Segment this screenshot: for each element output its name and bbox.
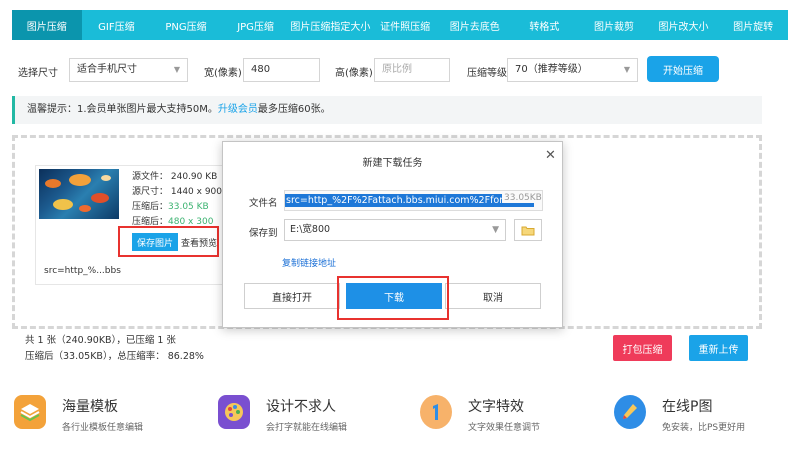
tab-image-compress[interactable]: 图片压缩 [12,10,82,40]
tab-png-compress[interactable]: PNG压缩 [151,10,221,40]
level-select-value: 70（推荐等级） [515,64,588,75]
copy-link-button[interactable]: 复制链接地址 [282,256,336,269]
dialog-title: 新建下载任务 [362,158,423,169]
open-directly-button[interactable]: 直接打开 [244,283,340,309]
download-highlight-box [337,276,449,320]
feature-title: 在线P图 [662,399,713,415]
folder-icon [521,226,535,235]
reupload-button[interactable]: 重新上传 [689,335,748,361]
save-location-value: E:\宽800 [290,224,331,235]
tab-gif-compress[interactable]: GIF压缩 [82,10,152,40]
upgrade-member-link[interactable]: 升级会员 [218,104,258,115]
feature-title: 设计不求人 [266,399,336,415]
size-select-value: 适合手机尺寸 [77,64,137,75]
tab-convert-format[interactable]: 转格式 [510,10,580,40]
chevron-down-icon: ▼ [623,65,630,74]
chevron-down-icon: ▼ [492,225,499,235]
save-location-select[interactable]: E:\宽800 ▼ [284,219,506,241]
level-select[interactable]: 70（推荐等级） ▼ [507,58,638,82]
compression-summary: 共 1 张（240.90KB），已压缩 1 张 压缩后（33.05KB），总压缩… [25,333,204,365]
chevron-down-icon: ▼ [173,65,180,74]
tool-tabs: 图片压缩 GIF压缩 PNG压缩 JPG压缩 图片压缩指定大小 证件照压缩 图片… [12,10,788,40]
height-input[interactable]: 原比例 [374,58,450,82]
pencil-icon [614,395,646,429]
tab-rotate[interactable]: 图片旋转 [718,10,788,40]
source-dimensions: 源尺寸： 1440 x 900 [132,187,222,197]
level-label: 压缩等级 [467,68,507,79]
start-compress-button[interactable]: 开始压缩 [647,56,719,82]
feature-subtitle: 各行业模板任意编辑 [62,423,144,433]
tab-compress-to-size[interactable]: 图片压缩指定大小 [290,10,370,40]
pack-download-button[interactable]: 打包压缩 [613,335,672,361]
compressed-size: 33.05 KB [168,202,209,212]
feature-title: 海量模板 [62,399,118,415]
folder-browse-button[interactable] [514,219,542,241]
image-thumbnail [39,169,119,219]
size-select[interactable]: 适合手机尺寸 ▼ [69,58,188,82]
tip-text: 温馨提示：1.会员单张图片最大支持50M。 [27,104,218,115]
feature-title: 文字特效 [468,399,524,415]
height-label: 高(像素) [335,68,373,79]
cancel-button[interactable]: 取消 [445,283,541,309]
feature-subtitle: 会打字就能在线编辑 [266,423,348,433]
save-highlight-box [118,226,219,257]
tab-crop[interactable]: 图片裁剪 [579,10,649,40]
tab-jpg-compress[interactable]: JPG压缩 [221,10,291,40]
compressed-size-row: 压缩后：33.05 KB [132,202,209,212]
summary-count: 共 1 张（240.90KB），已压缩 1 张 [25,335,176,346]
close-icon[interactable]: ✕ [545,148,556,163]
width-label: 宽(像素) [204,68,242,79]
filename-label: 文件名 [249,198,278,209]
tip-suffix: 最多压缩60张。 [257,104,331,115]
tip-bar: 温馨提示：1.会员单张图片最大支持50M。升级会员最多压缩60张。 [12,96,762,124]
text-effect-icon [420,395,452,429]
tab-remove-background[interactable]: 图片去底色 [440,10,510,40]
summary-ratio: 压缩后（33.05KB），总压缩率： 86.28% [25,351,204,362]
source-size: 源文件： 240.90 KB [132,172,218,182]
compress-settings: 选择尺寸 适合手机尺寸 ▼ 宽(像素) 480 高(像素) 原比例 压缩等级 7… [12,56,788,84]
filename-value: src=http_%2F%2Fattach.bbs.miui.com%2Ffor… [285,194,535,207]
width-input[interactable]: 480 [243,58,320,82]
image-info: 源文件： 240.90 KB 源尺寸： 1440 x 900 压缩后：33.05… [132,170,222,230]
size-label: 选择尺寸 [18,68,58,79]
file-name: src=http_%...bbs [44,266,121,276]
saveto-label: 保存到 [249,228,278,239]
feature-subtitle: 免安装，比PS更好用 [662,423,746,433]
feature-subtitle: 文字效果任意调节 [468,423,541,433]
layers-icon [14,395,46,429]
file-size: 33.05KB [502,193,542,203]
tab-resize[interactable]: 图片改大小 [649,10,719,40]
palette-icon [218,395,250,429]
result-card: 源文件： 240.90 KB 源尺寸： 1440 x 900 压缩后：33.05… [35,165,225,285]
tab-id-photo-compress[interactable]: 证件照压缩 [370,10,440,40]
